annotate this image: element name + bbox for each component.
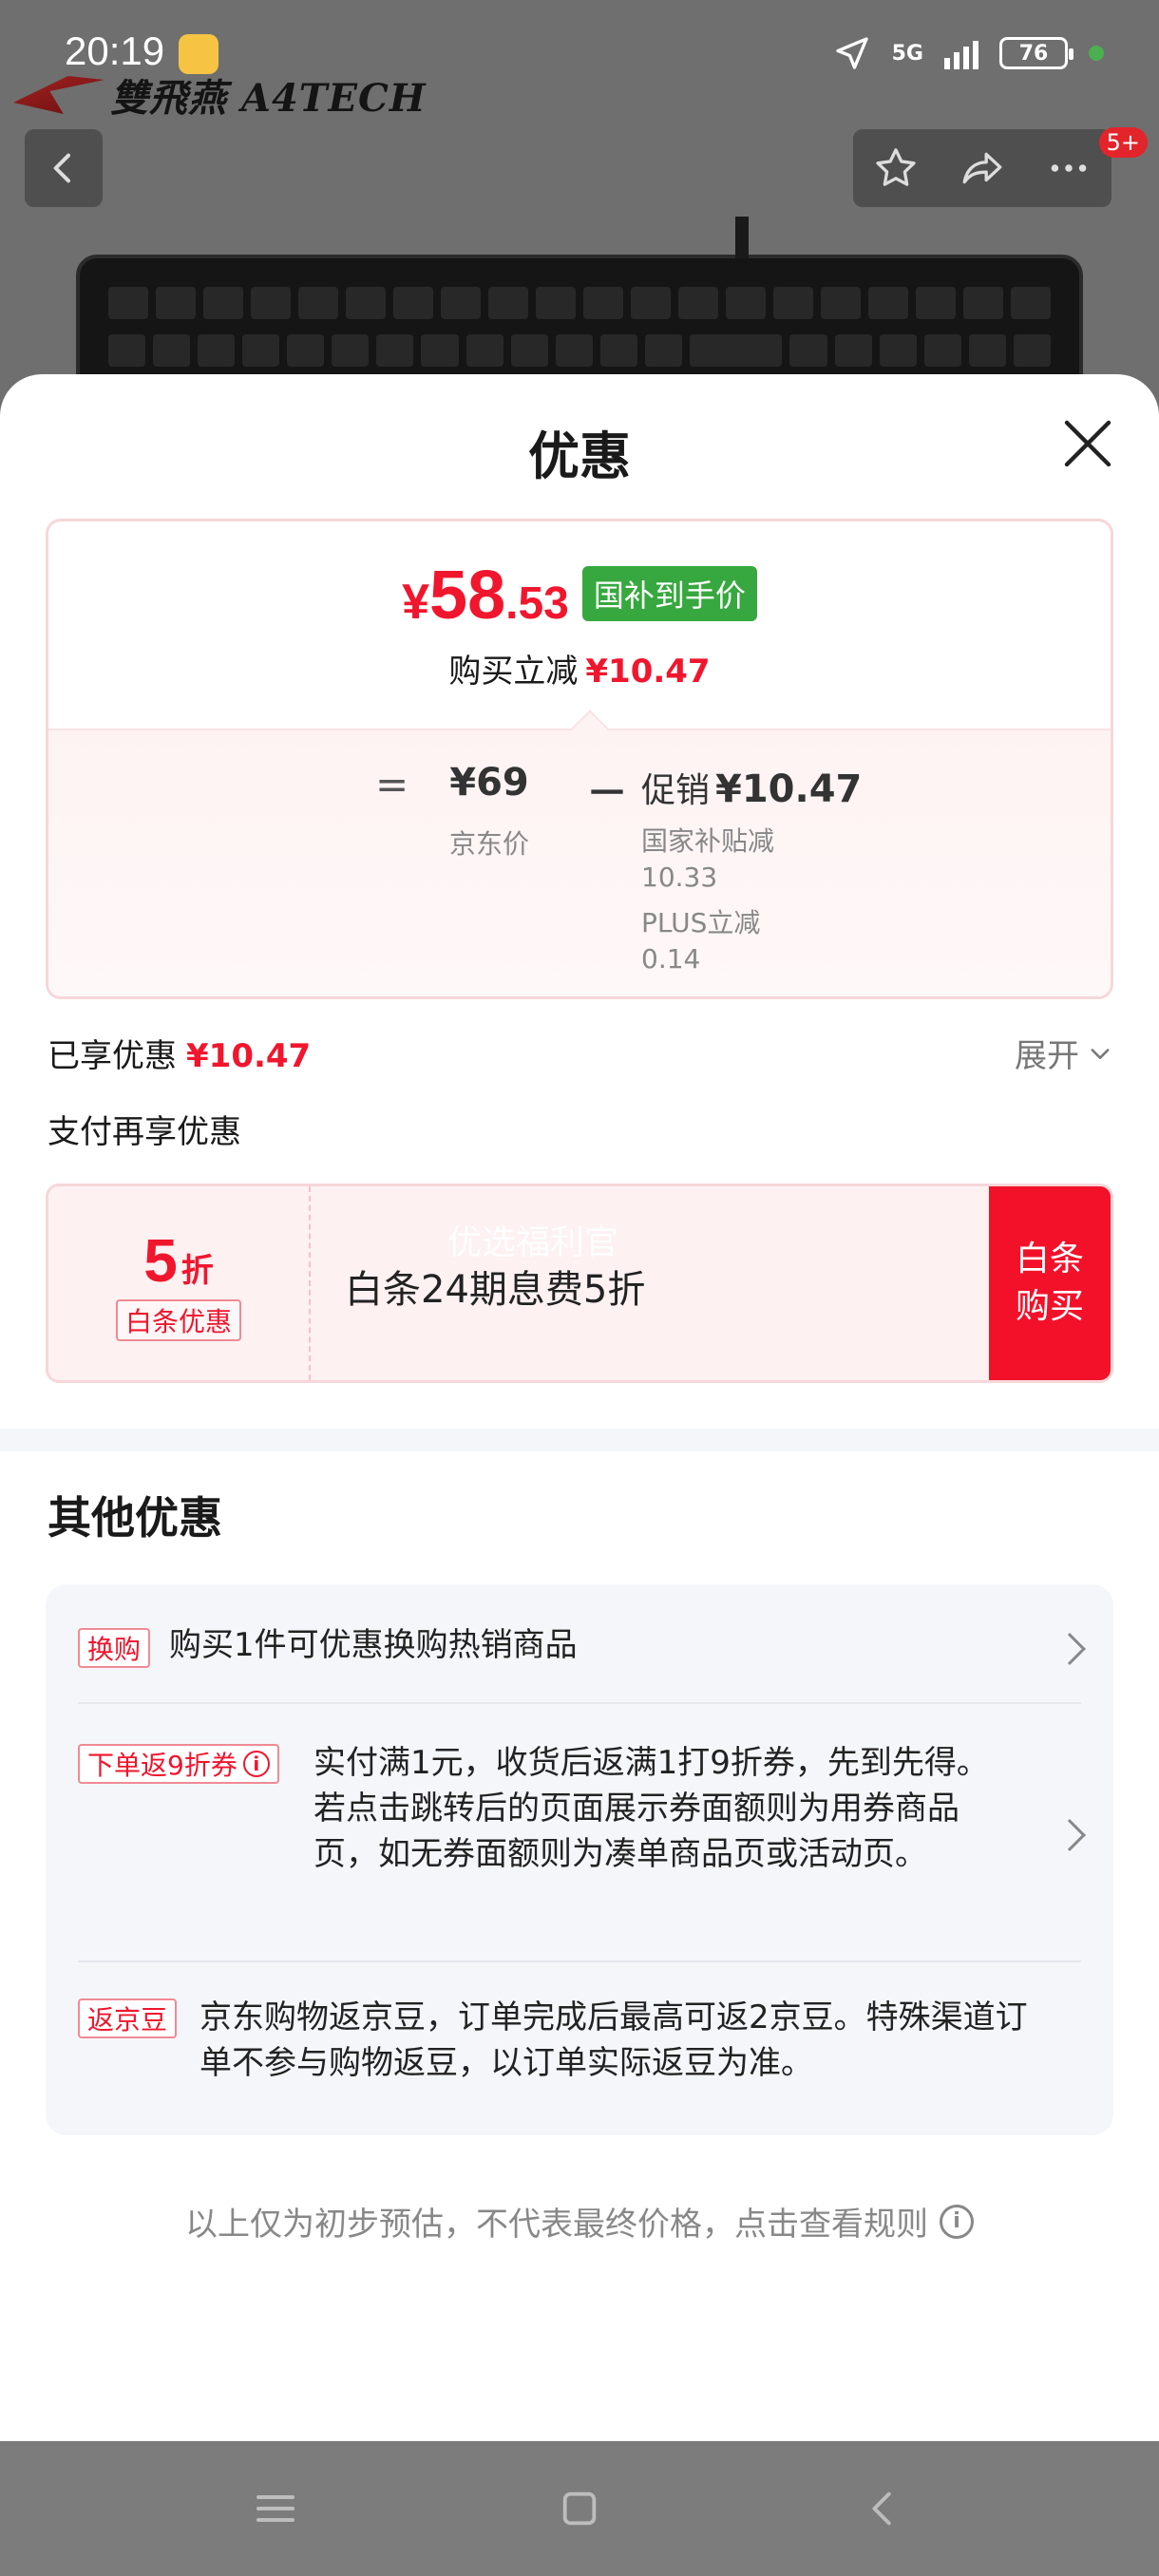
jd-price-label: 京东价 <box>448 828 529 860</box>
subsidy-value: 10.33 <box>641 862 718 893</box>
offer-tag: 返京豆 <box>78 1998 178 2038</box>
promo-label: 促销 <box>641 771 711 810</box>
network-type: 5G <box>891 41 923 66</box>
final-price: ¥58.53 国补到手价 <box>48 561 1111 631</box>
coupon-discount-unit: 折 <box>180 1252 214 1290</box>
offer-text: 购买1件可优惠换购热销商品 <box>169 1626 578 1664</box>
message-badge: 5+ <box>1098 127 1148 158</box>
subsidy-price-tag: 国补到手价 <box>581 566 757 621</box>
coupon-watermark: 优选福利官 <box>447 1223 619 1262</box>
section-divider <box>0 1429 1159 1451</box>
footnote-text: 以上仅为初步预估，不代表最终价格，点击查看规则 <box>185 2206 928 2244</box>
location-icon <box>835 37 868 69</box>
discount-sheet: 优惠 ¥58.53 国补到手价 购买立减 ¥10.47 = ¥69 京东价 － 促… <box>0 374 1159 2441</box>
share-icon[interactable] <box>959 144 1006 192</box>
enjoyed-discount: 已享优惠 ¥10.47 <box>48 1030 311 1076</box>
instant-discount-label: 购买立减 <box>448 653 579 691</box>
keyboard-cable <box>735 217 749 258</box>
signal-icon <box>944 37 978 69</box>
home-button[interactable] <box>551 2480 608 2537</box>
offer-coupon-return[interactable]: 下单返9折券 i 实付满1元，收货后返满1打9折券，先到先得。若点击跳转后的页面展… <box>78 1740 1086 1930</box>
brand-text: 雙飛燕 A4TECH <box>110 76 427 121</box>
offer-trade-in[interactable]: 换购 购买1件可优惠换购热销商品 <box>78 1622 1086 1674</box>
offer-divider <box>78 1702 1081 1704</box>
baitiao-coupon[interactable]: 5折 白条优惠 优选福利官 白条24期息费5折 白条购买 <box>46 1184 1113 1383</box>
enjoyed-label: 已享优惠 <box>48 1037 177 1075</box>
instant-discount-amount: ¥10.47 <box>585 653 711 691</box>
price-integer: 58 <box>429 558 506 634</box>
sheet-title: 优惠 <box>528 426 631 486</box>
chevron-right-icon <box>1054 1633 1086 1665</box>
price-symbol: ¥ <box>402 575 430 630</box>
battery-icon: 76 <box>999 37 1074 69</box>
brand-logo: 雙飛燕 A4TECH <box>13 66 427 123</box>
coupon-type-tag: 白条优惠 <box>115 1299 241 1341</box>
battery-level: 76 <box>1018 41 1049 66</box>
coupon-discount-number: 5 <box>143 1226 178 1295</box>
system-nav-bar <box>0 2441 1159 2576</box>
baitiao-buy-button[interactable]: 白条购买 <box>989 1186 1111 1380</box>
system-back-button[interactable] <box>855 2480 912 2537</box>
back-icon <box>53 153 70 183</box>
expand-button[interactable]: 展开 <box>1015 1030 1113 1076</box>
expand-label: 展开 <box>1015 1037 1079 1075</box>
menu-icon <box>256 2495 294 2522</box>
minus-sign: － <box>586 769 628 818</box>
plus-value: 0.14 <box>641 943 701 975</box>
status-dot <box>1089 46 1104 61</box>
other-offers-list: 换购 购买1件可优惠换购热销商品 下单返9折券 i 实付满1元，收货后返满1打9折… <box>46 1584 1113 2135</box>
menu-button[interactable] <box>247 2480 304 2537</box>
close-button[interactable] <box>1056 412 1119 475</box>
home-icon <box>562 2491 597 2526</box>
offer-tag-label: 下单返9折券 <box>87 1750 238 1781</box>
coupon-description: 白条24期息费5折 <box>345 1268 646 1312</box>
subsidy-label: 国家补贴减 <box>641 825 775 857</box>
offer-tag: 下单返9折券 i <box>78 1744 279 1784</box>
offer-tag: 换购 <box>78 1628 151 1668</box>
promo-row: 促销 ¥10.47 <box>641 763 862 812</box>
enjoyed-amount: ¥10.47 <box>186 1037 312 1075</box>
offer-text: 实付满1元，收货后返满1打9折券，先到先得。若点击跳转后的页面展示券面额则为用券… <box>314 1744 989 1873</box>
offer-jingdou: 返京豆 京东购物返京豆，订单完成后最高可返2京豆。特殊渠道订单不参与购物返豆，以… <box>78 1995 1081 2090</box>
other-offers-title: 其他优惠 <box>48 1492 222 1544</box>
info-icon[interactable]: i <box>242 1751 270 1777</box>
coupon-discount-block: 5折 白条优惠 <box>48 1186 311 1380</box>
offer-text: 京东购物返京豆，订单完成后最高可返2京豆。特殊渠道订单不参与购物返豆，以订单实际… <box>200 1998 1028 2082</box>
back-button[interactable] <box>25 129 103 207</box>
close-icon <box>1064 420 1112 467</box>
chevron-right-icon <box>1054 1819 1086 1851</box>
star-icon[interactable] <box>872 144 920 192</box>
brand-mark-icon <box>13 76 104 114</box>
instant-discount-row: 购买立减 ¥10.47 <box>48 645 1111 691</box>
more-icon[interactable] <box>1045 144 1092 192</box>
price-card: ¥58.53 国补到手价 购买立减 ¥10.47 = ¥69 京东价 － 促销 ¥1… <box>46 519 1113 999</box>
product-page-backdrop[interactable]: 20:19 5G 76 雙飛燕 A4TECH 5+ <box>0 0 1159 418</box>
header-actions <box>853 129 1112 207</box>
promo-amount: ¥10.47 <box>715 767 863 811</box>
rules-footnote[interactable]: 以上仅为初步预估，不代表最终价格，点击查看规则 i <box>0 2198 1159 2245</box>
chevron-down-icon <box>1091 1048 1110 1059</box>
equals-sign: = <box>375 761 409 807</box>
jd-price: ¥69 <box>449 761 529 805</box>
back-icon <box>872 2491 891 2526</box>
offer-divider <box>78 1960 1081 1962</box>
plus-label: PLUS立减 <box>641 907 761 938</box>
price-decimal: .53 <box>505 578 569 629</box>
pay-more-title: 支付再享优惠 <box>48 1113 241 1151</box>
price-formula: = ¥69 京东价 － 促销 ¥10.47 国家补贴减 10.33 PLUS立减 … <box>48 761 1111 979</box>
info-icon: i <box>940 2204 974 2239</box>
